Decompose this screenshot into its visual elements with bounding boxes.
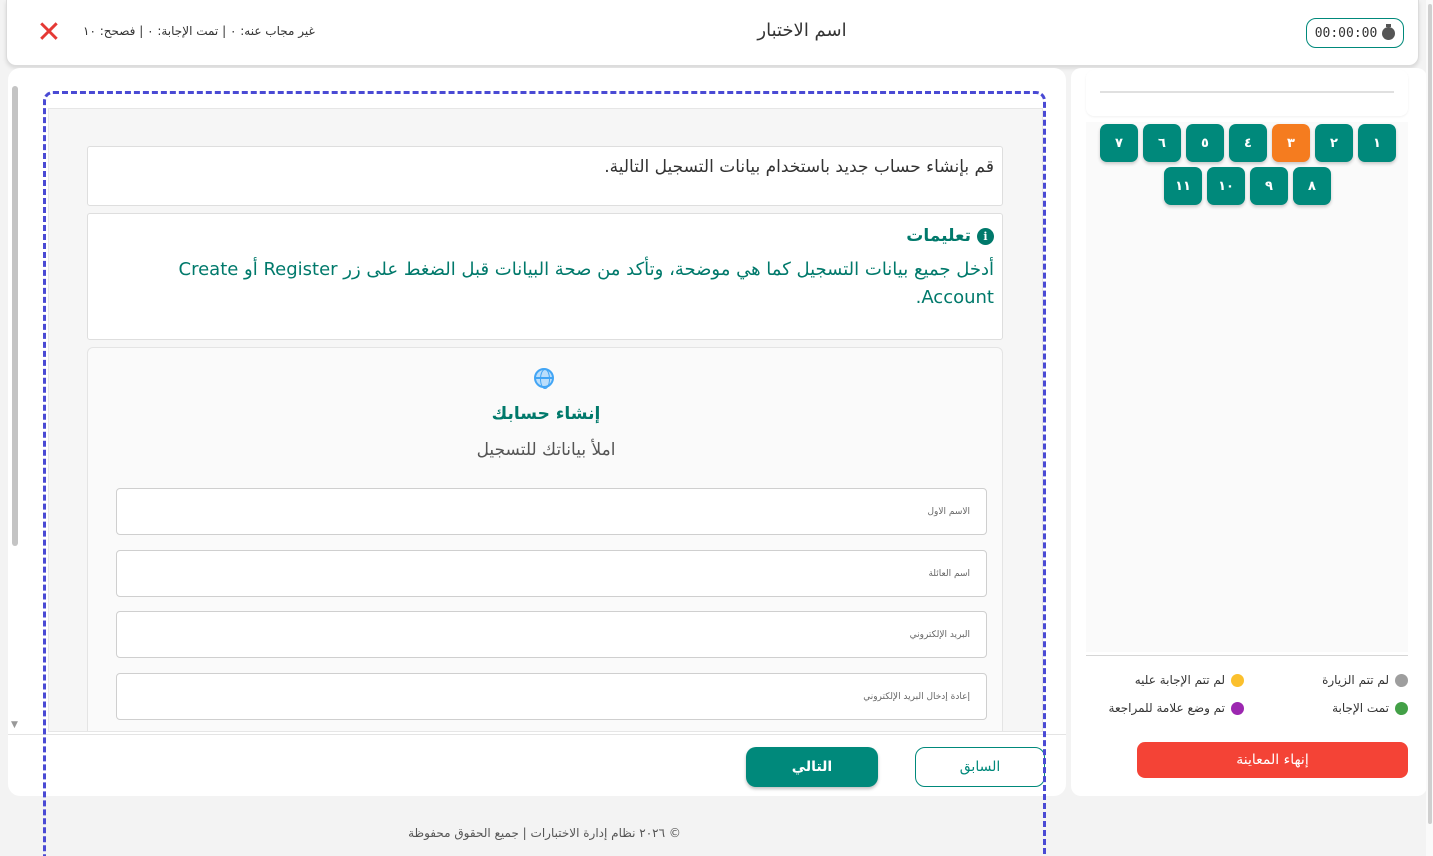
question-nav-button-1[interactable]: ١ — [1358, 124, 1396, 162]
exam-title: اسم الاختبار — [757, 20, 847, 41]
legend-not-visited: لم تتم الزيارة — [1322, 673, 1408, 687]
legend-answered: تمت الإجابة — [1332, 701, 1408, 715]
question-nav-button-6[interactable]: ٦ — [1143, 124, 1181, 162]
timer: 00:00:00 — [1306, 18, 1404, 48]
instructions-header: i تعليمات — [96, 226, 994, 246]
question-nav-button-2[interactable]: ٢ — [1315, 124, 1353, 162]
info-icon: i — [977, 227, 994, 245]
question-nav-button-9[interactable]: ٩ — [1250, 167, 1288, 205]
legend-dot-yellow — [1231, 673, 1244, 687]
question-nav-button-4[interactable]: ٤ — [1229, 124, 1267, 162]
side-progress — [1086, 70, 1408, 116]
registration-form: إنشاء حسابك املأ بياناتك للتسجيل — [87, 347, 1003, 731]
legend-dot-purple — [1231, 701, 1244, 715]
content-scrollbar[interactable]: ▼ — [10, 84, 20, 734]
scroll-down-icon[interactable]: ▼ — [11, 720, 18, 730]
question-nav-button-8[interactable]: ٨ — [1293, 167, 1331, 205]
instructions-box: i تعليمات أدخل جميع بيانات التسجيل كما ه… — [87, 213, 1003, 340]
nav-divider — [8, 734, 1066, 735]
last-name-input[interactable] — [116, 550, 987, 597]
legend-marked: تم وضع علامة للمراجعة — [1109, 701, 1244, 715]
next-button[interactable]: التالي — [746, 747, 878, 787]
instructions-text: أدخل جميع بيانات التسجيل كما هي موضحة، و… — [178, 259, 994, 308]
top-bar: ✕ غير مجاب عنه: ٠ | تمت الإجابة: ٠ | فصح… — [6, 0, 1419, 66]
question-nav-button-10[interactable]: ١٠ — [1207, 167, 1245, 205]
answer-stats: غير مجاب عنه: ٠ | تمت الإجابة: ٠ | فصحح:… — [83, 24, 315, 38]
email-input[interactable] — [116, 611, 987, 658]
question-nav-button-5[interactable]: ٥ — [1186, 124, 1224, 162]
legend-label: تمت الإجابة — [1332, 701, 1389, 715]
timer-value: 00:00:00 — [1314, 25, 1378, 41]
progress-track — [1100, 91, 1394, 93]
question-nav-button-11[interactable]: ١١ — [1164, 167, 1202, 205]
legend-dot-green — [1395, 701, 1408, 715]
globe-icon — [534, 368, 554, 389]
question-nav-button-7[interactable]: ٧ — [1100, 124, 1138, 162]
legend-not-answered: لم تتم الإجابة عليه — [1135, 673, 1244, 687]
legend-dot-grey — [1395, 673, 1408, 687]
confirm-email-input[interactable] — [116, 673, 987, 720]
question-content: قم بإنشاء حساب جديد باستخدام بيانات التس… — [48, 108, 1043, 732]
form-title: إنشاء حسابك — [491, 404, 601, 424]
footer-text: © ٢٠٢٦ نظام إدارة الاختبارات | جميع الحق… — [408, 826, 681, 840]
stopwatch-icon — [1382, 23, 1396, 40]
question-nav-button-3[interactable]: ٣ — [1272, 124, 1310, 162]
finish-preview-button[interactable]: إنهاء المعاينة — [1137, 742, 1408, 778]
previous-button[interactable]: السابق — [915, 747, 1045, 787]
legend-divider — [1086, 655, 1408, 656]
question-nav-grid — [1086, 122, 1408, 652]
question-text: قم بإنشاء حساب جديد باستخدام بيانات التس… — [87, 146, 1003, 206]
legend-label: لم تتم الزيارة — [1322, 673, 1389, 687]
close-icon[interactable]: ✕ — [35, 18, 63, 48]
instructions-title: تعليمات — [906, 226, 971, 246]
first-name-input[interactable] — [116, 488, 987, 535]
page-scrollbar-thumb[interactable] — [1428, 4, 1432, 824]
legend-label: تم وضع علامة للمراجعة — [1108, 701, 1225, 715]
form-subtitle: املأ بياناتك للتسجيل — [476, 440, 616, 460]
legend-label: لم تتم الإجابة عليه — [1134, 673, 1225, 687]
scrollbar-thumb[interactable] — [12, 86, 18, 546]
